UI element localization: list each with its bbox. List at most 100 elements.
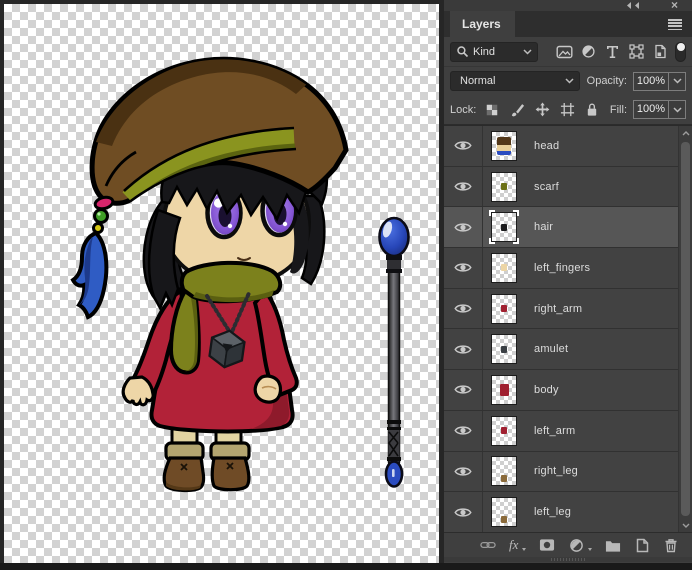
character-artwork: [70, 56, 410, 493]
left-hand: [121, 375, 155, 407]
layer-style-fx-icon[interactable]: fx: [509, 537, 518, 553]
lock-row: Lock: Fill: 100%: [444, 95, 692, 125]
add-layer-mask-icon[interactable]: [539, 537, 555, 553]
transparency-checkerboard[interactable]: [4, 4, 439, 563]
blend-mode-value: Normal: [460, 75, 496, 87]
lock-transparency-icon[interactable]: [483, 101, 501, 119]
visibility-eye-icon[interactable]: [444, 329, 483, 370]
layer-row[interactable]: amulet: [444, 329, 692, 371]
layer-list-scrollbar[interactable]: [678, 126, 692, 532]
layer-name[interactable]: left_arm: [534, 425, 575, 437]
filter-pixel-layers-icon[interactable]: [555, 43, 573, 61]
panel-tab-strip: Layers: [444, 11, 692, 37]
layer-row[interactable]: left_fingers: [444, 248, 692, 289]
layer-thumbnail[interactable]: [491, 415, 517, 446]
document-canvas-area: [0, 0, 444, 570]
magic-staff: [378, 216, 410, 488]
scrollbar-thumb[interactable]: [681, 142, 690, 516]
layer-thumbnail[interactable]: [491, 293, 517, 324]
tab-layers[interactable]: Layers: [450, 11, 515, 37]
lock-image-brush-icon[interactable]: [508, 101, 526, 119]
visibility-eye-icon[interactable]: [444, 370, 483, 410]
layer-row[interactable]: left_arm: [444, 410, 692, 452]
new-adjustment-layer-icon[interactable]: [568, 537, 584, 553]
chevron-down-icon: [523, 48, 532, 55]
opacity-value[interactable]: 100%: [634, 73, 668, 90]
visibility-eye-icon[interactable]: [444, 451, 483, 492]
layer-thumbnail[interactable]: [491, 130, 517, 161]
pink-bead: [93, 195, 115, 211]
lock-all-padlock-icon[interactable]: [583, 101, 601, 119]
layer-thumbnail[interactable]: [491, 374, 517, 405]
filter-smart-objects-icon[interactable]: [651, 43, 669, 61]
green-bead: [93, 208, 109, 224]
visibility-eye-icon[interactable]: [444, 207, 483, 248]
fill-value[interactable]: 100%: [634, 101, 668, 118]
delete-layer-trash-icon[interactable]: [663, 537, 679, 553]
lock-artboard-icon[interactable]: [558, 101, 576, 119]
visibility-eye-icon[interactable]: [444, 288, 483, 329]
new-group-folder-icon[interactable]: [605, 537, 621, 553]
layer-name[interactable]: head: [534, 140, 559, 152]
new-layer-icon[interactable]: [634, 537, 650, 553]
collapse-panel-icon[interactable]: [625, 2, 640, 9]
layer-name[interactable]: amulet: [534, 343, 568, 355]
layer-name[interactable]: left_fingers: [534, 262, 590, 274]
layer-row-selected[interactable]: hair: [444, 207, 692, 249]
adjustment-caret-icon: [588, 547, 593, 551]
filter-row: Kind: [444, 37, 692, 67]
layer-name[interactable]: hair: [534, 221, 553, 233]
filter-type-layers-icon[interactable]: [603, 43, 621, 61]
search-icon: [457, 46, 469, 58]
layer-row[interactable]: right_arm: [444, 288, 692, 330]
yellow-bead: [92, 222, 104, 234]
layer-thumbnail[interactable]: [489, 210, 519, 245]
layer-thumbnail[interactable]: [491, 456, 517, 487]
lock-position-move-icon[interactable]: [533, 101, 551, 119]
filter-kind-dropdown[interactable]: Kind: [450, 41, 538, 62]
layer-name[interactable]: scarf: [534, 181, 559, 193]
scroll-up-icon[interactable]: [679, 126, 692, 140]
layer-row[interactable]: scarf: [444, 166, 692, 208]
layer-row[interactable]: left_leg: [444, 492, 692, 532]
link-layers-icon[interactable]: [480, 537, 496, 553]
panel-resize-grip[interactable]: [444, 557, 692, 562]
filter-shape-layers-icon[interactable]: [627, 43, 645, 61]
right-hand: [253, 374, 283, 404]
layer-row[interactable]: body: [444, 370, 692, 411]
visibility-eye-icon[interactable]: [444, 126, 483, 166]
layer-thumbnail[interactable]: [491, 252, 517, 283]
layer-name[interactable]: right_leg: [534, 465, 578, 477]
blend-row: Normal Opacity: 100%: [444, 67, 692, 95]
layer-row[interactable]: head: [444, 126, 692, 167]
filter-toggle-switch[interactable]: [675, 41, 686, 62]
filter-adjustment-layers-icon[interactable]: [579, 43, 597, 61]
panel-menu-icon[interactable]: [668, 19, 682, 32]
fill-label: Fill:: [609, 103, 627, 116]
layer-name[interactable]: body: [534, 384, 559, 396]
blend-mode-dropdown[interactable]: Normal: [450, 71, 580, 91]
visibility-eye-icon[interactable]: [444, 248, 483, 288]
layer-thumbnail[interactable]: [491, 497, 517, 528]
layer-name[interactable]: right_arm: [534, 303, 582, 315]
window-bottom-edge: [0, 563, 692, 570]
witch-character: [70, 56, 349, 493]
opacity-field: 100%: [633, 71, 686, 91]
layer-thumbnail[interactable]: [491, 334, 517, 365]
filter-kind-label: Kind: [473, 45, 496, 58]
visibility-eye-icon[interactable]: [444, 166, 483, 207]
layer-thumbnail[interactable]: [491, 171, 517, 202]
fill-dropdown-icon[interactable]: [668, 101, 685, 118]
visibility-eye-icon[interactable]: [444, 410, 483, 451]
layer-list: head scarf hair left_fingers right_arm a…: [444, 125, 692, 532]
opacity-label: Opacity:: [586, 75, 627, 87]
layer-row[interactable]: right_leg: [444, 451, 692, 493]
fill-field: 100%: [633, 100, 686, 119]
panel-title-bar: ×: [444, 0, 692, 12]
scroll-down-icon[interactable]: [679, 518, 692, 532]
layer-name[interactable]: left_leg: [534, 506, 571, 518]
lock-label: Lock:: [450, 103, 477, 116]
opacity-dropdown-icon[interactable]: [668, 72, 685, 90]
visibility-eye-icon[interactable]: [444, 492, 483, 532]
photoshop-window: { "panel": { "tab_label": "Layers", "hea…: [0, 0, 692, 570]
